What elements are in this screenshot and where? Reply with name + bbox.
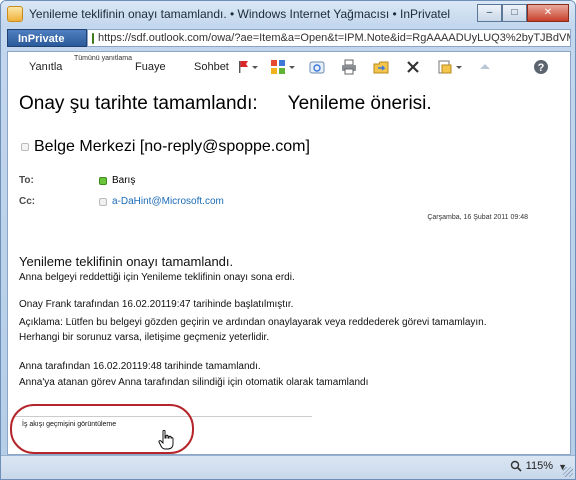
reply-button[interactable]: Yanıtla — [29, 61, 62, 73]
window-controls: – □ ✕ — [477, 4, 569, 22]
to-label: To: — [19, 175, 34, 186]
address-bar: InPrivate https://sdf.outlook.com/owa/?a… — [7, 28, 571, 48]
subject-part-1: Onay şu tarihte tamamlandı: — [19, 93, 258, 114]
forward-button[interactable]: Fuaye — [135, 61, 166, 73]
url-text: https://sdf.outlook.com/owa/?ae=Item&a=O… — [98, 32, 571, 44]
message-pane: Yanıtla Tümünü yanıtlama Fuaye Sohbet ? … — [7, 51, 571, 455]
body-line-3: Açıklama: Lütfen bu belgeyi gözden geçir… — [19, 317, 487, 328]
presence-unknown-icon — [99, 197, 107, 206]
cc-recipient[interactable]: a-DaHint@Microsoft.com — [99, 196, 224, 207]
message-subject: Onay şu tarihte tamamlandı: Yenileme öner… — [19, 93, 432, 115]
presence-online-icon — [99, 176, 107, 185]
categories-icon[interactable] — [270, 59, 286, 75]
flag-dropdown-icon[interactable] — [250, 59, 260, 75]
cc-label: Cc: — [19, 196, 36, 207]
to-value: Barış — [112, 175, 136, 186]
message-toolbar: Yanıtla Tümünü yanıtlama Fuaye Sohbet ? — [8, 52, 570, 82]
minimize-button[interactable]: – — [477, 4, 502, 22]
reply-all-button[interactable]: Tümünü yanıtlama — [74, 55, 132, 62]
cc-value: a-DaHint@Microsoft.com — [112, 196, 224, 207]
title-bar: Yenileme teklifinin onayı tamamlandı. • … — [1, 1, 575, 27]
zoom-control[interactable]: 115% — [510, 460, 553, 472]
svg-text:?: ? — [538, 62, 545, 74]
delete-icon[interactable] — [405, 59, 421, 75]
body-line-4: Herhangi bir sorunuz varsa, iletişime ge… — [19, 332, 270, 343]
outlook-app-icon — [7, 6, 23, 22]
zoom-level: 115% — [525, 460, 553, 472]
move-to-folder-icon[interactable] — [373, 59, 389, 75]
flag-icon[interactable] — [235, 59, 251, 75]
body-line-1: Anna belgeyi reddettiği için Yenileme te… — [19, 272, 295, 283]
status-bar: 115% ▼ — [1, 455, 575, 479]
presence-icon — [21, 143, 29, 151]
actions-dropdown-icon[interactable] — [454, 59, 464, 75]
subject-part-2: Yenileme önerisi. — [287, 93, 432, 114]
print-icon[interactable] — [341, 59, 357, 75]
browser-window: Yenileme teklifinin onayı tamamlandı. • … — [0, 0, 576, 480]
window-title: Yenileme teklifinin onayı tamamlandı. • … — [29, 7, 451, 21]
zoom-icon — [510, 460, 522, 472]
to-recipient[interactable]: Barış — [99, 175, 135, 186]
categories-dropdown-icon[interactable] — [287, 59, 297, 75]
maximize-button[interactable]: □ — [502, 4, 527, 22]
inprivate-badge[interactable]: InPrivate — [7, 29, 87, 47]
help-icon[interactable]: ? — [533, 59, 549, 75]
chat-button[interactable]: Sohbet — [194, 61, 229, 73]
hand-cursor-icon — [158, 430, 174, 450]
site-icon — [92, 32, 94, 44]
sender-line: Belge Merkezi [no-reply@spoppe.com] — [21, 138, 310, 156]
body-line-5: Anna tarafından 16.02.20119:48 tarihinde… — [19, 361, 261, 372]
body-heading: Yenileme teklifinin onayı tamamlandı. — [19, 254, 234, 269]
body-line-6: Anna'ya atanan görev Anna tarafından sil… — [19, 377, 369, 388]
sender-name[interactable]: Belge Merkezi [no-reply@spoppe.com] — [34, 138, 310, 156]
body-line-2: Onay Frank tarafından 16.02.20119:47 tar… — [19, 299, 294, 310]
resize-grip-icon[interactable] — [563, 467, 573, 477]
close-button[interactable]: ✕ — [527, 4, 569, 22]
sent-date: Çarşamba, 16 Şubat 2011 09:48 — [427, 214, 528, 221]
actions-icon[interactable] — [437, 59, 453, 75]
url-field[interactable]: https://sdf.outlook.com/owa/?ae=Item&a=O… — [87, 29, 571, 47]
meeting-icon[interactable] — [309, 59, 325, 75]
up-arrow-icon[interactable] — [477, 59, 493, 75]
